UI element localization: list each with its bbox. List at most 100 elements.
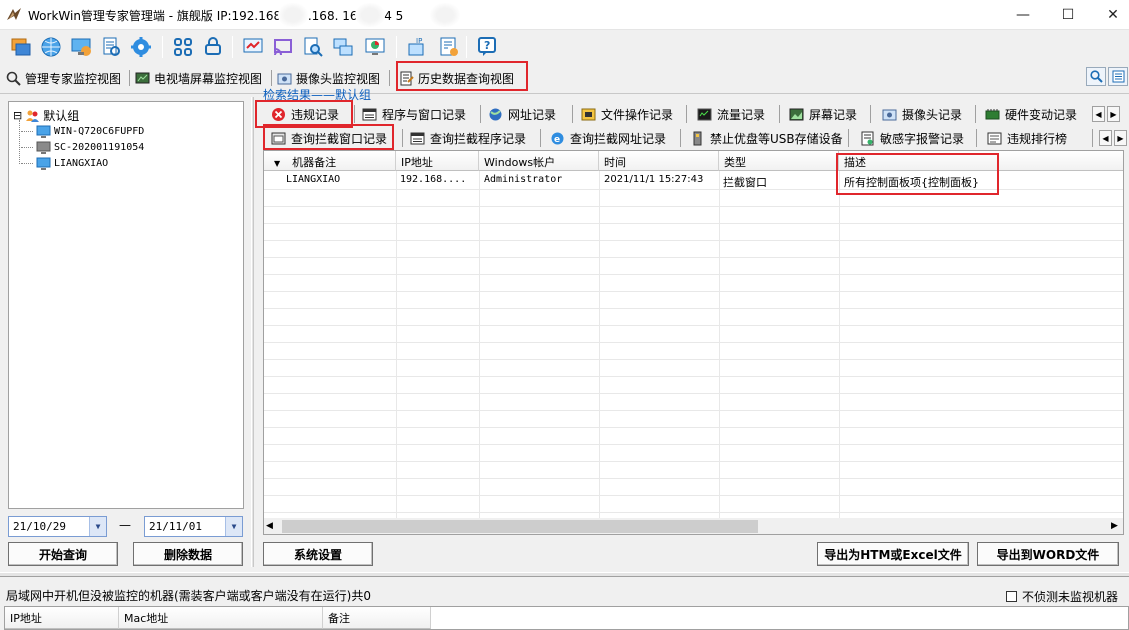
date-from-select[interactable]: 21/10/29 ▼ <box>8 516 107 537</box>
tab-screen-records[interactable]: 屏幕记录 <box>789 103 857 125</box>
column-header-windows-account[interactable]: Windows帐户 <box>479 151 599 171</box>
toolbar-separator <box>162 36 163 58</box>
scroll-left-arrow[interactable]: ◀ <box>266 521 273 531</box>
date-to-select[interactable]: 21/11/01 ▼ <box>144 516 243 537</box>
tabs-scroll-right[interactable]: ▶ <box>1107 106 1120 122</box>
screenshot-chart-icon[interactable] <box>240 34 266 60</box>
tab-separator <box>848 129 849 147</box>
search-icon <box>1089 70 1103 83</box>
tree-item-machine[interactable]: WIN-Q720C6FUPFD <box>21 124 144 139</box>
bottom-splitter[interactable] <box>0 572 1129 577</box>
collapse-icon[interactable]: ⊟ <box>13 109 22 122</box>
cast-screen-icon[interactable] <box>270 34 296 60</box>
tab-program-window-records[interactable]: 程序与窗口记录 <box>362 103 466 125</box>
unmonitored-machines-panel: 局域网中开机但没被监控的机器(需装客户端或客户端没有在运行)共0 不侦测未监视机… <box>0 578 1129 630</box>
blocked-window-icon <box>271 132 286 144</box>
tab-traffic-records[interactable]: 流量记录 <box>697 103 765 125</box>
tab-file-operation-records[interactable]: 文件操作记录 <box>581 103 673 125</box>
maximize-button[interactable]: ☐ <box>1045 0 1091 30</box>
splitter-handle[interactable] <box>251 97 254 567</box>
export-htm-excel-button[interactable]: 导出为HTM或Excel文件 <box>817 542 969 566</box>
column-header-type[interactable]: 类型 <box>719 151 839 171</box>
file-folder-icon <box>581 108 596 120</box>
tab-usb-storage-block[interactable]: 禁止优盘等USB存储设备 <box>690 127 843 149</box>
chevron-down-icon[interactable]: ▼ <box>225 517 242 536</box>
tab-violation-records[interactable]: 违规记录 <box>271 103 339 125</box>
multi-window-icon[interactable] <box>330 34 356 60</box>
export-word-button[interactable]: 导出到WORD文件 <box>977 542 1119 566</box>
lock-car-icon[interactable] <box>200 34 226 60</box>
ip-config-icon[interactable]: IP <box>404 34 430 60</box>
scroll-right-arrow[interactable]: ▶ <box>1111 521 1118 531</box>
svg-text:?: ? <box>484 39 490 52</box>
tabs-row2-scroll-left[interactable]: ◀ <box>1099 130 1112 146</box>
tabs-row2-scroll-right[interactable]: ▶ <box>1114 130 1127 146</box>
users-settings-icon[interactable] <box>128 34 154 60</box>
tab-separator <box>129 70 130 86</box>
window-list-icon <box>362 108 377 120</box>
tree-item-machine[interactable]: LIANGXIAO <box>21 156 108 171</box>
column-header-ip[interactable]: IP地址 <box>396 151 479 171</box>
column-header-mac[interactable]: Mac地址 <box>119 607 323 629</box>
tab-blocked-url-query[interactable]: e 查询拦截网址记录 <box>550 127 666 149</box>
terminal-icon <box>697 108 712 120</box>
date-separator: — <box>119 518 131 532</box>
no-detect-checkbox[interactable]: 不侦测未监视机器 <box>1006 588 1118 605</box>
view-tab-history[interactable]: 历史数据查询视图 <box>399 66 514 90</box>
ie-browser-icon: e <box>551 132 564 145</box>
tab-separator <box>389 70 390 86</box>
tree-root-default-group[interactable]: ⊟ 默认组 <box>13 107 79 124</box>
machine-tree[interactable]: ⊟ 默认组 WIN-Q720C6FUPFD SC-202001191054 LI… <box>8 101 244 509</box>
scrollbar-thumb[interactable] <box>282 520 758 533</box>
help-icon[interactable]: ? <box>474 34 500 60</box>
view-tab-management[interactable]: 管理专家监控视图 <box>6 66 121 90</box>
records-grid[interactable]: ▼ 机器备注 IP地址 Windows帐户 时间 类型 描述 LIANGXIAO … <box>263 150 1124 535</box>
tab-hardware-change-records[interactable]: 硬件变动记录 <box>985 103 1077 125</box>
list-view-button[interactable] <box>1108 67 1128 86</box>
document-search-icon[interactable] <box>98 34 124 60</box>
sort-down-icon: ▼ <box>274 159 281 168</box>
grid-nodes-icon[interactable] <box>170 34 196 60</box>
unmonitored-list[interactable]: IP地址 Mac地址 备注 <box>4 606 1129 630</box>
tab-blocked-program-query[interactable]: 查询拦截程序记录 <box>410 127 526 149</box>
column-header-ip[interactable]: IP地址 <box>5 607 119 629</box>
horizontal-scrollbar[interactable]: ◀ ▶ <box>264 518 1123 534</box>
column-header-note[interactable]: 备注 <box>323 607 431 629</box>
column-header-description[interactable]: 描述 <box>839 151 1123 171</box>
search-button[interactable] <box>1086 67 1106 86</box>
camera-view-icon <box>277 73 292 84</box>
tabs-scroll-left[interactable]: ◀ <box>1092 106 1105 122</box>
redaction-blur <box>430 3 460 27</box>
system-settings-button[interactable]: 系统设置 <box>263 542 373 566</box>
checkbox-box[interactable] <box>1006 591 1017 602</box>
search-report-icon[interactable] <box>300 34 326 60</box>
tab-blocked-window-query[interactable]: 查询拦截窗口记录 <box>271 127 387 149</box>
column-header-machine-note[interactable]: ▼ 机器备注 <box>264 151 396 171</box>
minimize-button[interactable]: — <box>1000 0 1046 30</box>
tab-sensitive-word-alarm[interactable]: 敏感字报警记录 <box>860 127 964 149</box>
divider <box>0 93 1129 94</box>
forbidden-icon <box>272 107 285 121</box>
delete-data-button[interactable]: 删除数据 <box>133 542 243 566</box>
workwin-logo-icon <box>7 8 21 20</box>
window-stack-icon[interactable] <box>8 34 34 60</box>
tab-violation-ranking[interactable]: 违规排行榜 <box>987 127 1067 149</box>
toolbar-separator <box>232 36 233 58</box>
globe-icon[interactable] <box>38 34 64 60</box>
svg-text:e: e <box>554 135 560 145</box>
screen-monitor-icon[interactable] <box>68 34 94 60</box>
svg-text:IP: IP <box>416 37 422 45</box>
close-button[interactable]: ✕ <box>1090 0 1129 30</box>
start-query-button[interactable]: 开始查询 <box>8 542 118 566</box>
chevron-down-icon[interactable]: ▼ <box>89 517 106 536</box>
monitor-chart-icon[interactable] <box>362 34 388 60</box>
view-tab-tv-wall[interactable]: 电视墙屏幕监控视图 <box>135 66 262 90</box>
tab-camera-records[interactable]: 摄像头记录 <box>882 103 962 125</box>
tab-url-records[interactable]: 网址记录 <box>488 103 556 125</box>
column-header-time[interactable]: 时间 <box>599 151 719 171</box>
alarm-list-icon[interactable] <box>436 34 462 60</box>
camera-icon <box>882 109 897 120</box>
tree-item-machine[interactable]: SC-202001191054 <box>21 140 144 155</box>
computer-offline-icon <box>36 141 51 154</box>
blocked-program-icon <box>410 132 425 144</box>
